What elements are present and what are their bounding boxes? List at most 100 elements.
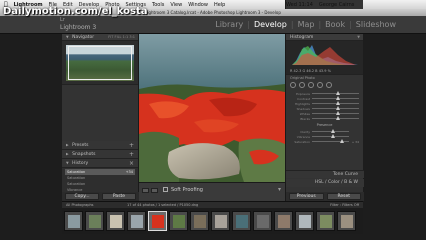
tone-curve-header[interactable]: Tone Curve — [286, 170, 364, 178]
slider-knob[interactable] — [340, 139, 345, 143]
reset-button[interactable]: Reset — [326, 193, 361, 200]
histogram-title: Histogram — [290, 35, 314, 40]
lightroom-logo: Lr — [60, 17, 65, 23]
previous-button[interactable]: Previous — [289, 193, 324, 200]
thumbnail-image — [173, 215, 185, 228]
presence-heading: Presence — [316, 123, 333, 127]
histogram[interactable]: R 42.3 G 46.2 B 43.9 % — [286, 41, 363, 75]
module-develop[interactable]: Develop — [250, 20, 291, 29]
slider-knob[interactable] — [335, 101, 340, 105]
snapshots-header[interactable]: ▶ Snapshots + — [62, 150, 138, 159]
slider-track[interactable] — [312, 116, 359, 120]
menu-view[interactable]: View — [170, 2, 182, 8]
slider-track[interactable] — [312, 111, 359, 115]
user-name[interactable]: George Cairns — [319, 2, 355, 8]
left-panel: ▼ Navigator FIT FILL 1:1 3:1 ▶ Presets +… — [62, 34, 139, 212]
slider-knob[interactable] — [335, 111, 340, 115]
expand-triangle-icon: ▶ — [66, 143, 69, 147]
slider-row: Blacks — [290, 116, 359, 121]
clock[interactable]: Wed 11:14 — [286, 2, 313, 8]
histogram-header[interactable]: Histogram ▼ — [286, 34, 363, 41]
slider-track[interactable] — [312, 106, 359, 110]
module-slideshow[interactable]: Slideshow — [352, 20, 400, 29]
thumbnail-image — [320, 215, 332, 228]
graduated-filter-icon[interactable] — [317, 82, 323, 88]
expand-triangle-icon: ▶ — [66, 152, 69, 156]
slider-knob[interactable] — [335, 116, 340, 120]
soft-proofing-label: Soft Proofing — [171, 187, 203, 193]
lightroom-window:  Lightroom File Edit Develop Photo Sett… — [0, 0, 426, 240]
slider-track[interactable] — [312, 96, 359, 100]
filmstrip-thumbnail[interactable] — [274, 211, 293, 231]
filmstrip-thumbnail[interactable] — [127, 211, 146, 231]
adjustment-brush-icon[interactable] — [326, 82, 332, 88]
left-margin — [0, 34, 62, 240]
slider-knob[interactable] — [330, 134, 335, 138]
slider-track[interactable] — [312, 139, 349, 143]
history-title: History — [72, 161, 89, 166]
thumbnail-image — [131, 215, 143, 228]
right-panel-buttons: Previous Reset — [286, 192, 364, 201]
slider-label: Blacks — [300, 116, 310, 121]
thumbnail-image — [299, 215, 311, 228]
before-after-icon[interactable] — [151, 188, 158, 193]
soft-proofing-checkbox[interactable] — [163, 187, 168, 192]
slider-knob[interactable] — [330, 129, 335, 133]
filmstrip-thumbnail[interactable] — [316, 211, 335, 231]
filmstrip-thumbnail[interactable] — [253, 211, 272, 231]
clear-history-icon[interactable]: × — [129, 159, 134, 168]
panel-spacer — [62, 85, 138, 141]
thumbnail-image — [152, 215, 164, 228]
identity-plate: Lr Lightroom 3 Library | Develop | Map |… — [0, 16, 426, 34]
filmstrip-thumbnail[interactable] — [169, 211, 188, 231]
filter-value[interactable]: Filters Off — [342, 203, 359, 207]
filmstrip-thumbnail[interactable] — [106, 211, 125, 231]
crop-icon[interactable] — [290, 82, 296, 88]
slider-knob[interactable] — [335, 106, 340, 110]
thumbnail-image — [194, 215, 206, 228]
spot-removal-icon[interactable] — [299, 82, 305, 88]
add-preset-icon[interactable]: + — [129, 141, 134, 150]
slider-track[interactable] — [312, 129, 349, 133]
filmstrip-bar: All Photographs 17 of 44 photos / 1 sele… — [62, 201, 363, 208]
menu-help[interactable]: Help — [214, 2, 225, 8]
filmstrip-thumbnail[interactable] — [85, 211, 104, 231]
slider-label: Clarity — [300, 129, 310, 134]
zoom-options[interactable]: FIT FILL 1:1 3:1 — [108, 34, 135, 41]
navigator-header[interactable]: ▼ Navigator FIT FILL 1:1 3:1 — [62, 34, 138, 41]
menu-tools[interactable]: Tools — [152, 2, 164, 8]
slider-track[interactable] — [312, 101, 359, 105]
filmstrip-thumbnail[interactable] — [190, 211, 209, 231]
filmstrip-thumbnail[interactable] — [232, 211, 251, 231]
module-book[interactable]: Book — [321, 20, 349, 29]
add-snapshot-icon[interactable]: + — [129, 150, 134, 159]
navigator-view-frame[interactable] — [68, 46, 132, 80]
slider-track[interactable] — [312, 134, 349, 138]
paste-button[interactable]: Paste — [102, 193, 136, 200]
slider-knob[interactable] — [335, 91, 340, 95]
menu-window[interactable]: Window — [188, 2, 208, 8]
slider-label: Exposure — [296, 91, 310, 96]
hsl-header[interactable]: HSL / Color / B & W — [286, 179, 364, 187]
loupe-view-icon[interactable] — [142, 188, 149, 193]
slider-label: Shadows — [296, 106, 310, 111]
filmstrip-thumbnail[interactable] — [295, 211, 314, 231]
red-eye-icon[interactable] — [308, 82, 314, 88]
toolbar-menu-icon[interactable]: ▾ — [278, 186, 281, 193]
filmstrip-thumbnail[interactable] — [64, 211, 83, 231]
filmstrip-thumbnail[interactable] — [211, 211, 230, 231]
view-mode-buttons — [142, 188, 158, 193]
module-library[interactable]: Library — [211, 20, 247, 29]
photo-canvas[interactable] — [139, 34, 285, 182]
collapse-triangle-icon: ▼ — [66, 161, 69, 165]
navigator-preview[interactable] — [62, 41, 138, 85]
filmstrip-thumbnail[interactable] — [337, 211, 356, 231]
history-header[interactable]: ▼ History × — [62, 159, 138, 168]
photo-image — [139, 34, 285, 182]
slider-track[interactable] — [312, 91, 359, 95]
module-map[interactable]: Map — [294, 20, 319, 29]
copy-button[interactable]: Copy... — [65, 193, 99, 200]
presets-header[interactable]: ▶ Presets + — [62, 141, 138, 150]
slider-knob[interactable] — [335, 96, 340, 100]
filmstrip-thumbnail[interactable] — [148, 211, 167, 231]
